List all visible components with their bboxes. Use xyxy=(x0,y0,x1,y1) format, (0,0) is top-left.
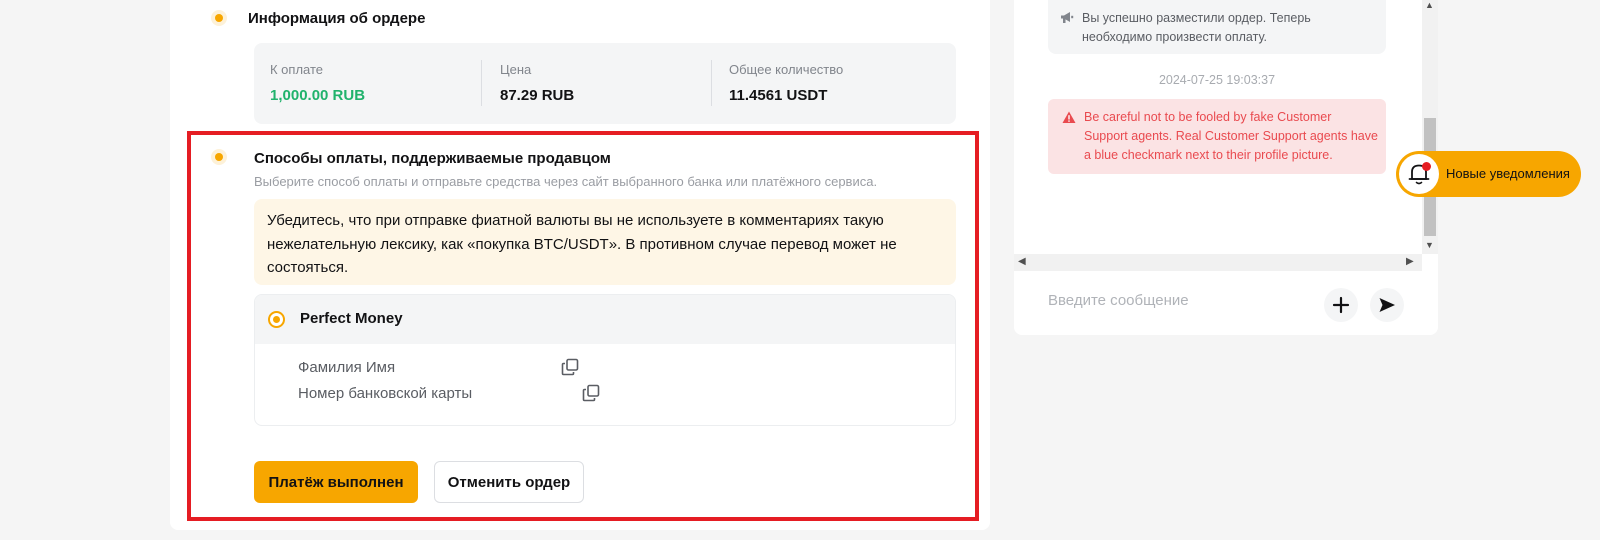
new-notifications-button[interactable]: Новые уведомления xyxy=(1396,151,1581,197)
scroll-right-arrow[interactable]: ▶ xyxy=(1406,256,1414,267)
highlight-frame xyxy=(187,131,979,521)
amount-value: 1,000.00 RUB xyxy=(270,87,366,104)
bell-icon xyxy=(1408,164,1430,185)
message-timestamp: 2024-07-25 19:03:37 xyxy=(1158,73,1276,87)
scroll-up-arrow[interactable]: ▲ xyxy=(1425,0,1434,10)
bell-avatar xyxy=(1399,154,1439,194)
scroll-left-arrow[interactable]: ◀ xyxy=(1018,256,1026,267)
send-button[interactable] xyxy=(1370,288,1404,322)
quantity-label: Общее количество xyxy=(729,62,844,77)
security-alert-text: Be careful not to be fooled by fake Cust… xyxy=(1084,110,1378,162)
vertical-scrollbar[interactable]: ▲ ▼ xyxy=(1422,0,1438,254)
amount-label: К оплате xyxy=(270,62,324,77)
chat-panel: Вы успешно разместили ордер. Теперь необ… xyxy=(1014,0,1438,335)
price-value: 87.29 RUB xyxy=(500,87,575,104)
new-notifications-label: Новые уведомления xyxy=(1446,166,1570,181)
security-alert-message: Be careful not to be fooled by fake Cust… xyxy=(1048,99,1386,174)
divider xyxy=(481,60,482,106)
quantity-value: 11.4561 USDT xyxy=(729,87,828,104)
system-message-text: Вы успешно разместили ордер. Теперь необ… xyxy=(1082,11,1311,44)
order-summary: К оплате 1,000.00 RUB Цена 87.29 RUB Общ… xyxy=(254,43,956,124)
system-message: Вы успешно разместили ордер. Теперь необ… xyxy=(1048,0,1386,54)
attach-button[interactable] xyxy=(1324,288,1358,322)
order-info-title: Информация об ордере xyxy=(248,10,426,27)
price-label: Цена xyxy=(500,62,532,77)
horizontal-scrollbar[interactable]: ◀ ▶ xyxy=(1014,254,1422,271)
megaphone-icon xyxy=(1061,12,1074,23)
chat-messages[interactable]: Вы успешно разместили ордер. Теперь необ… xyxy=(1014,0,1438,254)
divider xyxy=(711,60,712,106)
warning-icon xyxy=(1062,111,1076,123)
step-dot-order-info xyxy=(211,10,227,26)
send-icon xyxy=(1379,298,1395,312)
message-input[interactable] xyxy=(1048,292,1318,309)
plus-icon xyxy=(1332,296,1350,314)
notification-dot xyxy=(1422,162,1431,171)
scroll-down-arrow[interactable]: ▼ xyxy=(1425,240,1434,250)
